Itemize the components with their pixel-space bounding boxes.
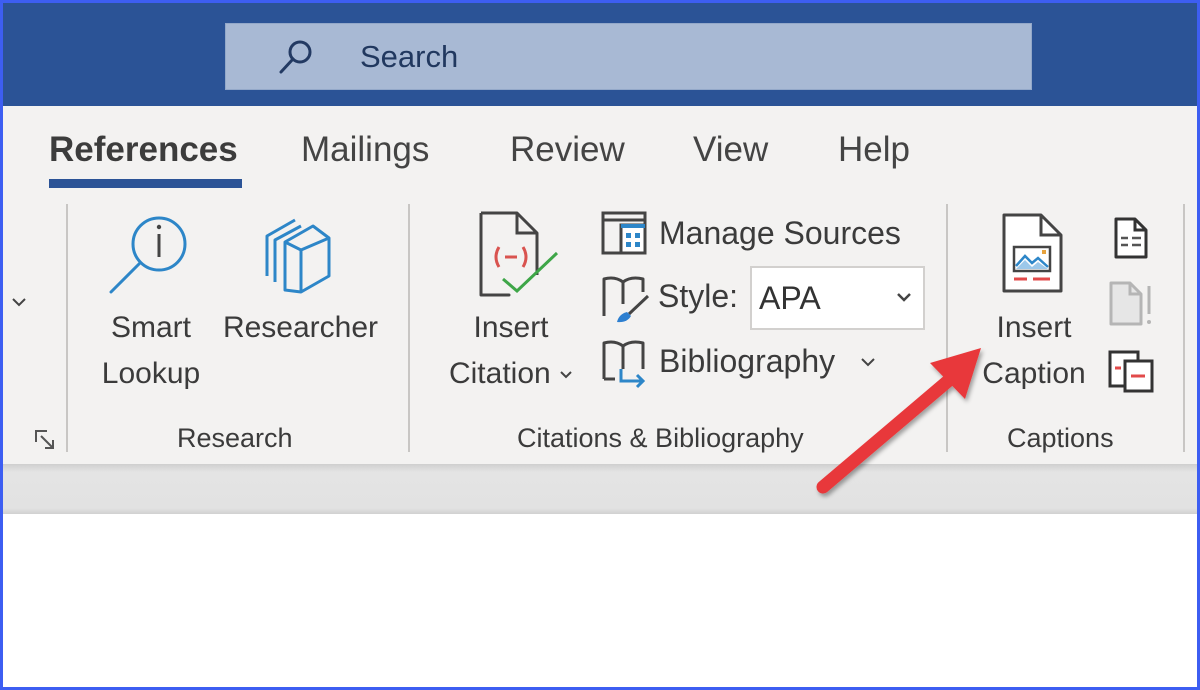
- cross-reference-icon[interactable]: [1107, 349, 1155, 393]
- style-label: Style:: [658, 278, 739, 314]
- tab-mailings[interactable]: Mailings: [301, 130, 429, 170]
- tab-references[interactable]: References: [49, 130, 238, 170]
- tab-review[interactable]: Review: [510, 130, 625, 170]
- smart-lookup-label-line1: Smart: [110, 311, 191, 344]
- insert-citation-label-line2: Citation: [448, 357, 551, 390]
- group-separator: [408, 204, 410, 452]
- insert-caption-label-line1: Insert: [996, 311, 1072, 344]
- manage-sources-icon: [601, 211, 647, 255]
- search-placeholder: Search: [360, 39, 459, 74]
- insert-citation-icon: [479, 211, 559, 297]
- group-separator: [1183, 204, 1185, 452]
- researcher-icon: [265, 218, 331, 294]
- manage-sources-label: Manage Sources: [659, 215, 901, 251]
- title-bar: Search: [3, 3, 1197, 106]
- style-icon: [602, 276, 650, 323]
- tab-view[interactable]: View: [693, 130, 768, 170]
- style-dropdown[interactable]: APA: [750, 266, 925, 330]
- bibliography-label: Bibliography: [659, 343, 836, 379]
- smart-lookup-label-line2: Lookup: [101, 357, 201, 390]
- word-window: Search References Mailings Review View H…: [0, 0, 1200, 690]
- active-tab-indicator: [49, 179, 242, 188]
- smart-lookup-icon: [109, 216, 187, 294]
- bibliography-icon: [602, 340, 646, 389]
- insert-caption-icon: [1002, 213, 1063, 293]
- style-value: APA: [759, 280, 821, 316]
- chevron-down-icon[interactable]: [559, 369, 573, 381]
- search-box[interactable]: Search: [225, 23, 1032, 90]
- research-group-label: Research: [177, 423, 293, 453]
- chevron-down-icon[interactable]: [9, 294, 29, 310]
- group-separator: [66, 204, 68, 452]
- citations-group-label: Citations & Bibliography: [517, 423, 804, 453]
- update-table-icon[interactable]: [1108, 280, 1154, 328]
- researcher-label: Researcher: [222, 311, 379, 344]
- search-icon: [279, 40, 312, 74]
- ruler-area: [3, 464, 1197, 514]
- chevron-down-icon: [897, 293, 911, 302]
- insert-caption-label-line2: Caption: [982, 357, 1086, 390]
- chevron-down-icon: [861, 358, 875, 367]
- document-canvas[interactable]: [3, 514, 1197, 687]
- dialog-launcher-icon[interactable]: [33, 428, 57, 452]
- ribbon-tabs: References Mailings Review View Help: [3, 106, 1197, 194]
- insert-citation-label-line1: Insert: [473, 311, 549, 344]
- captions-group-label: Captions: [1007, 423, 1114, 453]
- insert-table-of-figures-icon[interactable]: [1113, 216, 1149, 260]
- tab-help[interactable]: Help: [838, 130, 910, 170]
- ribbon-panel: Smart Lookup Researcher Research Insert …: [3, 194, 1197, 464]
- group-separator: [946, 204, 948, 452]
